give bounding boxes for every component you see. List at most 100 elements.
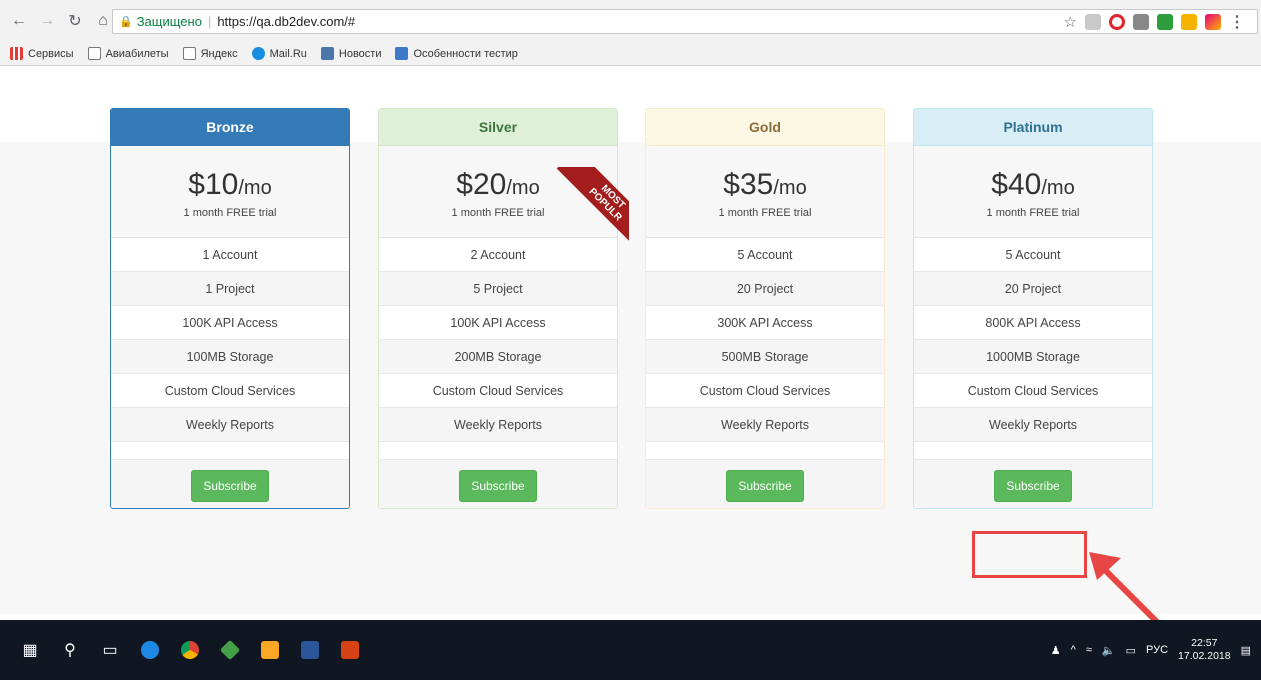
url-text[interactable]: https://qa.db2dev.com/# (217, 14, 355, 29)
annotation-arrow-icon (1089, 552, 1162, 627)
volume-icon[interactable]: 🔈 (1102, 644, 1116, 657)
feature-list: 5 Account 20 Project 300K API Access 500… (646, 238, 884, 442)
bookmark-label: Особенности тестир (413, 47, 518, 60)
clock[interactable]: 22:57 17.02.2018 (1178, 637, 1231, 663)
bookmark-mailru[interactable]: Mail.Ru (251, 47, 307, 60)
bookmark-testing[interactable]: Особенности тестир (395, 47, 518, 60)
notifications-icon[interactable]: ▤ (1241, 644, 1251, 657)
page-icon (182, 47, 196, 60)
feature-item: 1000MB Storage (914, 340, 1152, 374)
feature-list: 1 Account 1 Project 100K API Access 100M… (111, 238, 349, 442)
bookmarks-bar: Сервисы Авиабилеты Яндекс Mail.Ru Новост… (0, 42, 1261, 66)
feature-item: Custom Cloud Services (646, 374, 884, 408)
feature-item: 1 Project (111, 272, 349, 306)
plan-title: Bronze (111, 109, 349, 146)
reload-icon[interactable]: ↻ (64, 10, 86, 32)
task-view-icon[interactable]: ▭ (90, 630, 130, 670)
address-bar[interactable]: 🔒 Защищено | https://qa.db2dev.com/# ☆ ⋮ (112, 9, 1258, 34)
word-icon[interactable] (290, 630, 330, 670)
menu-kebab-icon[interactable]: ⋮ (1229, 12, 1245, 32)
bookmark-services[interactable]: Сервисы (10, 47, 74, 60)
plan-title: Platinum (914, 109, 1152, 146)
tidy-extension-icon[interactable] (1181, 13, 1197, 30)
trial-text: 1 month FREE trial (718, 207, 812, 219)
feature-item: 100K API Access (379, 306, 617, 340)
price-amount: $35 (723, 168, 774, 201)
price-box: $35/mo 1 month FREE trial (646, 146, 884, 238)
price-box: $40/mo 1 month FREE trial (914, 146, 1152, 238)
feature-item: Custom Cloud Services (914, 374, 1152, 408)
trial-text: 1 month FREE trial (986, 207, 1080, 219)
system-tray: ♟ ^ ≈ 🔈 ▭ РУС 22:57 17.02.2018 ▤ (1051, 637, 1251, 663)
people-icon[interactable]: ♟ (1051, 644, 1061, 657)
feature-item: 100K API Access (111, 306, 349, 340)
pdf-extension-icon[interactable] (1085, 13, 1101, 30)
price-period: /mo (1041, 177, 1075, 199)
feature-spacer (914, 442, 1152, 460)
search-icon[interactable]: ⚲ (50, 630, 90, 670)
feature-item: 500MB Storage (646, 340, 884, 374)
app-diamond-icon[interactable] (210, 630, 250, 670)
annotation-highlight-box (972, 531, 1087, 578)
feature-item: 20 Project (914, 272, 1152, 306)
screenshot-extension-icon[interactable] (1133, 13, 1149, 30)
windows-taskbar: ▦ ⚲ ▭ ♟ ^ ≈ 🔈 ▭ РУС 22:57 17.02.2018 ▤ (0, 620, 1261, 680)
subscribe-button-platinum[interactable]: Subscribe (994, 469, 1072, 502)
plan-card-gold: Gold $35/mo 1 month FREE trial 5 Account… (645, 108, 885, 509)
subscribe-button-silver[interactable]: Subscribe (459, 469, 537, 502)
feature-item: Weekly Reports (914, 408, 1152, 442)
price-box: $10/mo 1 month FREE trial (111, 146, 349, 238)
forward-arrow-icon[interactable]: → (36, 10, 58, 32)
feature-item: 5 Project (379, 272, 617, 306)
language-indicator[interactable]: РУС (1146, 644, 1168, 656)
chevron-up-icon[interactable]: ^ (1071, 644, 1076, 656)
clock-time: 22:57 (1191, 637, 1218, 649)
price: $10/mo (111, 168, 349, 202)
feature-item: 300K API Access (646, 306, 884, 340)
most-popular-ribbon: MOST POPULR (537, 167, 629, 259)
subscribe-button-bronze[interactable]: Subscribe (191, 469, 269, 502)
omnibox-separator: | (207, 14, 212, 29)
card-footer: Subscribe (646, 460, 884, 508)
back-arrow-icon[interactable]: ← (8, 10, 30, 32)
card-footer: Subscribe (914, 460, 1152, 508)
plan-title: Gold (646, 109, 884, 146)
mailru-icon (251, 47, 265, 60)
bookmark-news[interactable]: Новости (320, 47, 381, 60)
card-footer: Subscribe (379, 460, 617, 508)
feature-spacer (111, 442, 349, 460)
windows-start-icon[interactable]: ▦ (10, 630, 50, 670)
sublime-icon[interactable] (330, 630, 370, 670)
price-period: /mo (773, 177, 807, 199)
feature-list: 5 Account 20 Project 800K API Access 100… (914, 238, 1152, 442)
lock-icon: 🔒 (119, 16, 133, 28)
bookmark-star-icon[interactable]: ☆ (1064, 13, 1077, 31)
price-period: /mo (238, 177, 272, 199)
home-icon[interactable]: ⌂ (92, 10, 114, 32)
color-extension-icon[interactable] (1205, 13, 1221, 30)
plan-title: Silver (379, 109, 617, 146)
plan-card-bronze: Bronze $10/mo 1 month FREE trial 1 Accou… (110, 108, 350, 509)
feature-item: 1 Account (111, 238, 349, 272)
ribbon-text: MOST POPULR (556, 167, 629, 254)
price-amount: $10 (188, 168, 239, 201)
feature-item: 200MB Storage (379, 340, 617, 374)
battery-icon[interactable]: ▭ (1126, 644, 1136, 657)
edge-icon[interactable] (130, 630, 170, 670)
feature-item: 100MB Storage (111, 340, 349, 374)
bookmark-label: Яндекс (200, 47, 238, 60)
bookmark-aviatickets[interactable]: Авиабилеты (87, 47, 169, 60)
subscribe-button-gold[interactable]: Subscribe (726, 469, 804, 502)
feature-item: Custom Cloud Services (111, 374, 349, 408)
trial-text: 1 month FREE trial (183, 207, 277, 219)
bookmark-yandex[interactable]: Яндекс (182, 47, 238, 60)
price: $35/mo (646, 168, 884, 202)
wifi-icon[interactable]: ≈ (1086, 644, 1092, 656)
feature-item: 5 Account (914, 238, 1152, 272)
incognito-extension-icon[interactable] (1157, 13, 1173, 30)
file-explorer-icon[interactable] (250, 630, 290, 670)
chrome-icon[interactable] (170, 630, 210, 670)
price-amount: $40 (991, 168, 1042, 201)
feature-spacer (646, 442, 884, 460)
opera-extension-icon[interactable] (1109, 13, 1125, 30)
